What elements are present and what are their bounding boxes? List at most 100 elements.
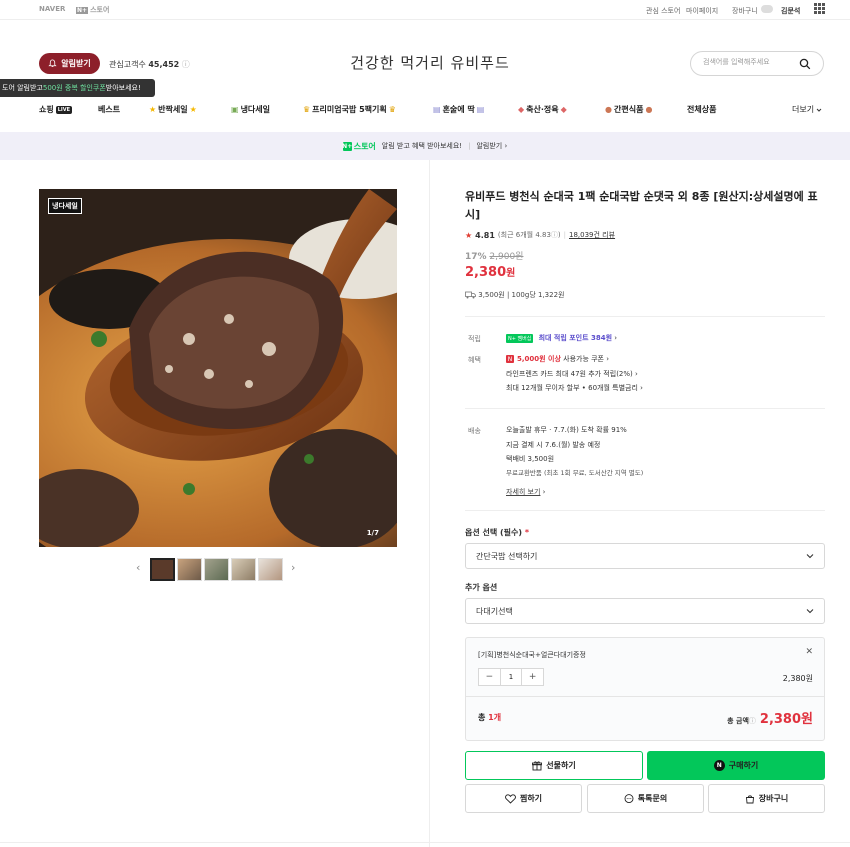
search-input[interactable] <box>703 58 798 66</box>
discount-percent: 17% <box>465 252 487 262</box>
coupon-tooltip: 도어 알림받고 500원 중복 할인쿠폰 받아보세요! <box>0 79 155 97</box>
store-logo-text: 스토어 <box>90 6 110 14</box>
talk-inquiry-button[interactable]: 톡톡문의 <box>587 784 704 813</box>
coupon-row[interactable]: N 5,000원 이상 사용가능 쿠폰 › <box>506 354 609 364</box>
search-icon[interactable] <box>799 58 811 70</box>
crown-icon: ♛ <box>303 105 311 114</box>
nav-solo-drink[interactable]: ▤ 혼술에 딱 ▤ <box>433 104 484 115</box>
increase-button[interactable]: + <box>522 669 543 685</box>
thumbnail-next-arrow[interactable]: › <box>291 561 295 574</box>
naver-logo[interactable]: NAVER <box>39 5 65 13</box>
point-row[interactable]: N+ 멤버십 최대 적립 포인트 384원 › <box>506 333 617 343</box>
thumbnail-3[interactable] <box>204 558 229 581</box>
card-benefit-row[interactable]: 라인프렌즈 카드 최대 47원 추가 적립(2%) › <box>506 369 638 379</box>
rating-recent-text: (최근 6개월 4.83 <box>497 231 551 239</box>
nav-best[interactable]: 베스트 <box>98 104 120 115</box>
chat-icon <box>624 793 634 803</box>
delivery-more-link[interactable]: 자세히 보기 › <box>506 487 545 497</box>
product-main-image[interactable]: 냉다세일 1/7 <box>39 189 397 547</box>
free-return-info: 무료교환반품 (최초 1회 무료, 도서산간 지역 별도) <box>506 469 644 477</box>
store-promo-banner: N+ 스토어 알림 받고 혜택 받아보세요! | 알림받기 › <box>0 132 850 160</box>
star-icon: ★ <box>465 230 473 240</box>
talk-inquiry-button-label: 톡톡문의 <box>637 794 668 803</box>
nplus-store-text: 스토어 <box>353 141 376 151</box>
alarm-button[interactable]: 알림받기 <box>39 53 100 74</box>
store-title[interactable]: 건강한 먹거리 유비푸드 <box>320 52 540 73</box>
quantity-stepper: − 1 + <box>478 668 544 686</box>
sale-price-value: 2,380 <box>465 265 507 280</box>
quantity-value[interactable]: 1 <box>499 669 523 685</box>
divider <box>465 408 825 409</box>
meat-icon: ◆ <box>560 105 567 114</box>
delivery-fee: 택배비 3,500원 <box>506 455 555 463</box>
point-text: 최대 적립 포인트 384원 <box>538 334 613 342</box>
search-box[interactable] <box>690 51 824 76</box>
info-icon[interactable]: ⓘ <box>749 717 756 725</box>
close-icon[interactable]: ✕ <box>805 647 813 657</box>
thumbnail-prev-arrow[interactable]: ‹ <box>136 561 140 574</box>
nav-cold-sale[interactable]: ▣ 냉다세일 <box>231 104 270 115</box>
gift-button-label: 선물하기 <box>546 761 576 770</box>
decrease-button[interactable]: − <box>479 669 500 685</box>
bowl-icon: ● <box>645 105 653 114</box>
sale-price: 2,380원 <box>465 264 515 280</box>
buy-button[interactable]: N 구매하기 <box>647 751 825 780</box>
info-icon[interactable]: ⓘ <box>182 60 190 69</box>
card-benefit-text: 라인프렌즈 카드 최대 47원 추가 적립(2%) <box>506 370 633 378</box>
required-option-select[interactable]: 간단국밥 선택하기 <box>465 543 825 569</box>
chevron-down-icon <box>806 609 814 614</box>
cart-toggle[interactable] <box>761 5 773 13</box>
option-price: 2,380원 <box>782 674 813 683</box>
review-count-link[interactable]: 18,039건 리뷰 <box>569 230 615 240</box>
installment-row[interactable]: 최대 12개월 무이자 할부 • 60개월 특별금리 › <box>506 383 643 393</box>
toplink-mypage[interactable]: 마이페이지 <box>686 6 718 16</box>
banner-divider: | <box>468 142 471 150</box>
sale-price-unit: 원 <box>506 268 516 279</box>
nav-shopping-live[interactable]: 쇼핑 LIVE <box>39 104 73 115</box>
follower-count: 관심고객수 45,452 ⓘ <box>109 59 190 70</box>
cart-button[interactable]: 장바구니 <box>708 784 825 813</box>
image-counter: 1/7 <box>366 529 379 537</box>
nav-more[interactable]: 더보기 <box>792 104 822 115</box>
toplink-cart[interactable]: 장바구니 <box>732 6 758 16</box>
store-box-icon: N+ <box>76 6 89 14</box>
app-grid-icon[interactable] <box>814 3 825 14</box>
nav-all-products[interactable]: 전체상품 <box>687 104 716 115</box>
banner-alarm-link[interactable]: 알림받기 › <box>476 141 507 151</box>
thumbnail-2[interactable] <box>177 558 202 581</box>
nav-label: 반짝세일 <box>158 105 188 114</box>
total-amount: 총 금액ⓘ 2,380원 <box>727 708 813 727</box>
heart-icon <box>505 793 516 804</box>
info-icon[interactable]: ⓘ <box>551 231 558 239</box>
divider <box>0 842 850 843</box>
thumbnail-4[interactable] <box>231 558 256 581</box>
total-count: 총 1개 <box>478 712 501 723</box>
glass-icon: ▤ <box>433 105 441 114</box>
gift-button[interactable]: 선물하기 <box>465 751 643 780</box>
cart-button-label: 장바구니 <box>758 794 789 803</box>
toplink-favorite-store[interactable]: 관심 스토어 <box>646 6 680 16</box>
extra-option-select[interactable]: 다대기선택 <box>465 598 825 624</box>
nav-flash-sale[interactable]: ★ 반짝세일 ★ <box>149 104 197 115</box>
membership-badge: N+ 멤버십 <box>506 333 534 343</box>
shopping-bag-icon <box>745 794 754 803</box>
total-count-value: 1개 <box>488 713 502 722</box>
thumbnail-1[interactable] <box>150 558 175 581</box>
delivery-label: 배송 <box>468 427 481 435</box>
nav-livestock-meat[interactable]: ◆ 축산·정육 ◆ <box>518 104 567 115</box>
total-amount-label: 총 금액ⓘ <box>727 716 756 726</box>
crown-icon: ♛ <box>388 105 396 114</box>
nav-label: 전체상품 <box>687 105 717 114</box>
selected-option-name: [기획]병천식순대국+얼큰다대기증정 <box>478 651 586 659</box>
truck-icon <box>465 291 476 299</box>
nav-premium-gukbap[interactable]: ♛ 프리미엄국밥 5팩기획 ♛ <box>303 104 396 115</box>
follower-label: 관심고객수 <box>109 60 146 69</box>
user-name[interactable]: 김문석 <box>781 6 800 16</box>
npay-icon: N <box>713 760 725 771</box>
nav-label: 베스트 <box>98 105 121 114</box>
thumbnail-5[interactable] <box>258 558 283 581</box>
wishlist-button[interactable]: 찜하기 <box>465 784 582 813</box>
naver-store-logo[interactable]: N+ 스토어 <box>76 5 109 15</box>
benefit-label: 혜택 <box>468 356 481 364</box>
nav-convenience-food[interactable]: ● 간편식품 ● <box>605 104 652 115</box>
